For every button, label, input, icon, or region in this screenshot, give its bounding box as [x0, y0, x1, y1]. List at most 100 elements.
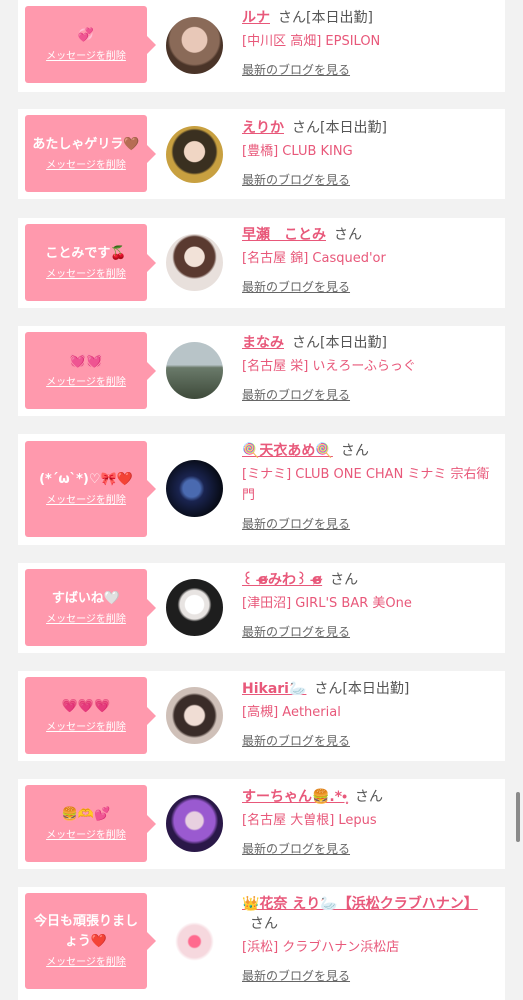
avatar[interactable] — [166, 579, 223, 636]
profile-info: Hikari🦢 さん[本日出勤] [高槻] Aetherial 最新のブログを見る — [242, 679, 492, 749]
san-label: さん — [292, 335, 320, 351]
delete-message-link[interactable]: メッセージを削除 — [46, 376, 126, 390]
avatar[interactable] — [166, 234, 223, 291]
scrollbar[interactable] — [516, 792, 520, 842]
message-bubble: 🍔🫶💕 メッセージを削除 — [25, 785, 156, 862]
list-item: ことみです🍒 メッセージを削除 早瀬 ことみ さん [名古屋 錦] Casqued… — [18, 218, 505, 308]
store-info: [浜松] クラブハナン浜松店 — [242, 940, 400, 955]
san-label: さん — [354, 789, 383, 805]
latest-blog-link[interactable]: 最新のブログを見る — [242, 624, 350, 640]
profile-info: ルナ さん[本日出勤] [中川区 高畑] EPSILON 最新のブログを見る — [242, 8, 492, 78]
latest-blog-link[interactable]: 最新のブログを見る — [242, 387, 350, 403]
store-info: [豊橋] CLUB KING — [242, 144, 353, 159]
san-label: さん — [340, 443, 369, 459]
profile-name-link[interactable]: すーちゃん🍔.*•̩̩͙ — [242, 789, 347, 805]
profile-name-link[interactable]: ルナ — [242, 10, 270, 26]
avatar[interactable] — [166, 460, 223, 517]
avatar[interactable] — [166, 126, 223, 183]
avatar[interactable] — [166, 913, 223, 970]
profile-name-link[interactable]: ꒰ ɞ̴̶̷みわ꒱ ɞ̴̶̷ — [242, 572, 322, 588]
store-info: [高槻] Aetherial — [242, 705, 341, 720]
latest-blog-link[interactable]: 最新のブログを見る — [242, 62, 350, 78]
latest-blog-link[interactable]: 最新のブログを見る — [242, 172, 350, 188]
list-item: 🍔🫶💕 メッセージを削除 すーちゃん🍔.*•̩̩͙ さん [名古屋 大曽根] Le… — [18, 779, 505, 869]
delete-message-link[interactable]: メッセージを削除 — [46, 494, 126, 508]
message-bubble: あたしゃゲリラ🤎 メッセージを削除 — [25, 115, 156, 192]
delete-message-link[interactable]: メッセージを削除 — [46, 613, 126, 627]
san-label: さん — [314, 681, 343, 697]
message-text: 💞 — [77, 27, 95, 43]
delete-message-link[interactable]: メッセージを削除 — [46, 159, 126, 173]
latest-blog-link[interactable]: 最新のブログを見る — [242, 968, 350, 984]
profile-info: すーちゃん🍔.*•̩̩͙ さん [名古屋 大曽根] Lepus 最新のブログを見る — [242, 787, 492, 857]
profile-info: 🍭天衣あめ🍭 さん [ミナミ] CLUB ONE CHAN ミナミ 宗右衛門 最新… — [242, 441, 492, 532]
profile-name-link[interactable]: Hikari🦢 — [242, 681, 306, 697]
latest-blog-link[interactable]: 最新のブログを見る — [242, 516, 350, 532]
profile-info: 早瀬 ことみ さん [名古屋 錦] Casqued'or 最新のブログを見る — [242, 225, 492, 295]
profile-name-link[interactable]: 早瀬 ことみ — [242, 227, 326, 243]
today-badge: [本日出勤] — [320, 335, 387, 351]
latest-blog-link[interactable]: 最新のブログを見る — [242, 279, 350, 295]
avatar-image — [166, 795, 223, 852]
latest-blog-link[interactable]: 最新のブログを見る — [242, 841, 350, 857]
delete-message-link[interactable]: メッセージを削除 — [46, 956, 126, 970]
profile-info: まなみ さん[本日出勤] [名古屋 栄] いえろーふらっぐ 最新のブログを見る — [242, 333, 492, 403]
avatar-image — [166, 460, 223, 517]
store-info: [名古屋 栄] いえろーふらっぐ — [242, 359, 416, 374]
list-item: あたしゃゲリラ🤎 メッセージを削除 えりか さん[本日出勤] [豊橋] CLUB … — [18, 109, 505, 199]
list-item: 💓💓 メッセージを削除 まなみ さん[本日出勤] [名古屋 栄] いえろーふらっぐ… — [18, 326, 505, 416]
message-text: すばいね🤍 — [51, 590, 121, 606]
list-item: (*´ω`*)♡🎀❤️ メッセージを削除 🍭天衣あめ🍭 さん [ミナミ] CLUB… — [18, 434, 505, 545]
message-bubble: 今日も頑張りましょう❤️ メッセージを削除 — [25, 893, 156, 989]
message-bubble: 💗💗💗 メッセージを削除 — [25, 677, 156, 754]
message-text: 💓💓 — [69, 353, 103, 369]
delete-message-link[interactable]: メッセージを削除 — [46, 721, 126, 735]
message-bubble: すばいね🤍 メッセージを削除 — [25, 569, 156, 646]
avatar-image — [166, 126, 223, 183]
profile-name-link[interactable]: 🍭天衣あめ🍭 — [242, 443, 333, 459]
profile-info: 👑花奈 えり🦢【浜松クラブハナン】さん [浜松] クラブハナン浜松店 最新のブロ… — [242, 894, 492, 984]
delete-message-link[interactable]: メッセージを削除 — [46, 50, 126, 64]
store-info: [ミナミ] CLUB ONE CHAN ミナミ 宗右衛門 — [242, 467, 490, 503]
message-text: あたしゃゲリラ🤎 — [32, 136, 140, 152]
message-bubble: 💞 メッセージを削除 — [25, 6, 156, 83]
avatar-image — [166, 342, 223, 399]
san-label: さん — [334, 227, 362, 243]
avatar[interactable] — [166, 687, 223, 744]
avatar-image — [166, 913, 223, 970]
message-text: 💗💗💗 — [61, 698, 111, 714]
latest-blog-link[interactable]: 最新のブログを見る — [242, 733, 350, 749]
message-bubble: (*´ω`*)♡🎀❤️ メッセージを削除 — [25, 441, 156, 537]
list-item: 💞 メッセージを削除 ルナ さん[本日出勤] [中川区 高畑] EPSILON 最… — [18, 0, 505, 92]
avatar[interactable] — [166, 17, 223, 74]
today-badge: [本日出勤] — [320, 120, 387, 136]
profile-info: えりか さん[本日出勤] [豊橋] CLUB KING 最新のブログを見る — [242, 118, 492, 188]
san-label: さん — [330, 572, 359, 588]
store-info: [名古屋 錦] Casqued'or — [242, 251, 386, 266]
message-text: 🍔🫶💕 — [61, 806, 111, 822]
message-text: 今日も頑張りましょう❤️ — [33, 914, 138, 949]
message-text: (*´ω`*)♡🎀❤️ — [39, 472, 133, 487]
list-item: すばいね🤍 メッセージを削除 ꒰ ɞ̴̶̷みわ꒱ ɞ̴̶̷ さん [津田沼] GI… — [18, 563, 505, 653]
store-info: [名古屋 大曽根] Lepus — [242, 813, 377, 828]
avatar-image — [166, 687, 223, 744]
profile-name-link[interactable]: えりか — [242, 120, 284, 136]
today-badge: [本日出勤] — [306, 10, 373, 26]
delete-message-link[interactable]: メッセージを削除 — [46, 268, 126, 282]
profile-name-link[interactable]: まなみ — [242, 335, 284, 351]
message-text: ことみです🍒 — [45, 245, 127, 261]
avatar-image — [166, 579, 223, 636]
san-label: さん — [278, 10, 306, 26]
today-badge: [本日出勤] — [342, 681, 410, 697]
list-item: 💗💗💗 メッセージを削除 Hikari🦢 さん[本日出勤] [高槻] Aether… — [18, 671, 505, 761]
san-label: さん — [292, 120, 320, 136]
list-item: 今日も頑張りましょう❤️ メッセージを削除 👑花奈 えり🦢【浜松クラブハナン】さ… — [18, 887, 505, 1000]
delete-message-link[interactable]: メッセージを削除 — [46, 829, 126, 843]
avatar-image — [166, 234, 223, 291]
profile-name-link[interactable]: 👑花奈 えり🦢【浜松クラブハナン】 — [242, 896, 478, 912]
store-info: [津田沼] GIRL'S BAR 美One — [242, 596, 412, 611]
avatar[interactable] — [166, 795, 223, 852]
message-bubble: 💓💓 メッセージを削除 — [25, 332, 156, 409]
profile-info: ꒰ ɞ̴̶̷みわ꒱ ɞ̴̶̷ さん [津田沼] GIRL'S BAR 美One 最… — [242, 570, 492, 640]
avatar[interactable] — [166, 342, 223, 399]
